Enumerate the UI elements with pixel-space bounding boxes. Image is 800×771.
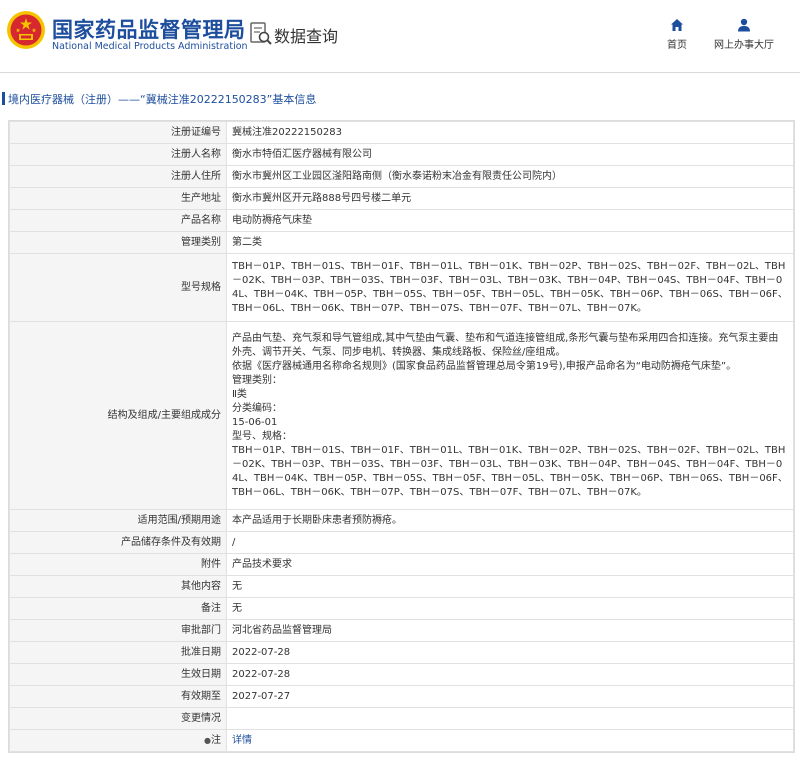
breadcrumb-marker	[2, 92, 5, 105]
table-row: 管理类别 第二类	[9, 231, 794, 254]
data-query-icon	[250, 22, 272, 45]
user-icon	[738, 18, 750, 32]
row-value: TBH－01P、TBH－01S、TBH－01F、TBH－01L、TBH－01K、…	[226, 253, 794, 322]
table-row: 产品名称 电动防褥疮气床垫	[9, 209, 794, 232]
breadcrumb: 境内医疗器械（注册）——“冀械注准20222150283”基本信息	[0, 90, 800, 108]
table-row: 注册人住所 衡水市冀州区工业园区滏阳路南侧（衡水泰诺粉末冶金有限责任公司院内）	[9, 165, 794, 188]
nav-online-office[interactable]: 网上办事大厅	[712, 18, 776, 51]
site-name-cn: 国家药品监督管理局	[52, 18, 246, 42]
row-value: 详情	[226, 729, 794, 752]
row-value: 产品由气垫、充气泵和导气管组成,其中气垫由气囊、垫布和气道连接管组成,条形气囊与…	[226, 321, 794, 510]
national-emblem-icon	[7, 11, 45, 49]
table-row: 附件 产品技术要求	[9, 553, 794, 576]
row-label: 适用范围/预期用途	[9, 509, 227, 532]
nav-online-office-label: 网上办事大厅	[714, 40, 774, 51]
table-row: 备注无	[9, 597, 794, 620]
row-value: 衡水市特佰汇医疗器械有限公司	[226, 143, 794, 166]
row-label: 生产地址	[9, 187, 227, 210]
row-value: 本产品适用于长期卧床患者预防褥疮。	[226, 509, 794, 532]
row-label: 注册人住所	[9, 165, 227, 188]
row-label: 生效日期	[9, 663, 227, 686]
row-label: 有效期至	[9, 685, 227, 708]
row-label: 产品名称	[9, 209, 227, 232]
row-value	[226, 707, 794, 730]
detail-table: 注册证编号 冀械注准20222150283 注册人名称 衡水市特佰汇医疗器械有限公司…	[8, 120, 795, 753]
table-row: 变更情况	[9, 707, 794, 730]
row-label: 批准日期	[9, 641, 227, 664]
row-value: 2022-07-28	[226, 641, 794, 664]
row-label: 产品储存条件及有效期	[9, 531, 227, 554]
table-row: 其他内容无	[9, 575, 794, 598]
table-row: 审批部门 河北省药品监督管理局	[9, 619, 794, 642]
table-row: 有效期至 2027-07-27	[9, 685, 794, 708]
row-value: /	[226, 531, 794, 554]
table-row: 批准日期 2022-07-28	[9, 641, 794, 664]
table-row: 注册证编号 冀械注准20222150283	[9, 121, 794, 144]
nav-home[interactable]: 首页	[662, 18, 692, 51]
note-icon: ●	[204, 735, 211, 745]
row-value: 衡水市冀州区开元路888号四号楼二单元	[226, 187, 794, 210]
section-title: 数据查询	[274, 27, 339, 46]
row-value: 衡水市冀州区工业园区滏阳路南侧（衡水泰诺粉末冶金有限责任公司院内）	[226, 165, 794, 188]
row-value: 河北省药品监督管理局	[226, 619, 794, 642]
row-value: 2027-07-27	[226, 685, 794, 708]
row-value: 电动防褥疮气床垫	[226, 209, 794, 232]
row-label: 结构及组成/主要组成成分	[9, 321, 227, 510]
row-label: 附件	[9, 553, 227, 576]
table-row: ●注 详情	[9, 729, 794, 752]
table-row: 结构及组成/主要组成成分 产品由气垫、充气泵和导气管组成,其中气垫由气囊、垫布和气…	[9, 321, 794, 510]
row-value: 2022-07-28	[226, 663, 794, 686]
table-row: 适用范围/预期用途 本产品适用于长期卧床患者预防褥疮。	[9, 509, 794, 532]
table-row: 注册人名称 衡水市特佰汇医疗器械有限公司	[9, 143, 794, 166]
site-name-en: National Medical Products Administration	[52, 41, 248, 52]
row-value: 无	[226, 597, 794, 620]
row-label-note: ●注	[9, 729, 227, 752]
row-value: 第二类	[226, 231, 794, 254]
row-label: 备注	[9, 597, 227, 620]
row-label: 审批部门	[9, 619, 227, 642]
row-label: 管理类别	[9, 231, 227, 254]
row-label: 型号规格	[9, 253, 227, 322]
row-value: 冀械注准20222150283	[226, 121, 794, 144]
table-row: 生产地址 衡水市冀州区开元路888号四号楼二单元	[9, 187, 794, 210]
row-label: 其他内容	[9, 575, 227, 598]
detail-link[interactable]: 详情	[232, 735, 252, 746]
breadcrumb-text: 境内医疗器械（注册）——“冀械注准20222150283”基本信息	[8, 93, 317, 106]
table-row: 产品储存条件及有效期 /	[9, 531, 794, 554]
note-label: 注	[211, 734, 221, 746]
site-header: 国家药品监督管理局 National Medical Products Admi…	[0, 0, 800, 73]
row-value: 无	[226, 575, 794, 598]
table-row: 型号规格 TBH－01P、TBH－01S、TBH－01F、TBH－01L、TBH－…	[9, 253, 794, 322]
home-icon	[671, 19, 683, 31]
table-row: 生效日期 2022-07-28	[9, 663, 794, 686]
row-value: 产品技术要求	[226, 553, 794, 576]
row-label: 注册证编号	[9, 121, 227, 144]
nav-home-label: 首页	[667, 40, 687, 51]
row-label: 注册人名称	[9, 143, 227, 166]
row-label: 变更情况	[9, 707, 227, 730]
